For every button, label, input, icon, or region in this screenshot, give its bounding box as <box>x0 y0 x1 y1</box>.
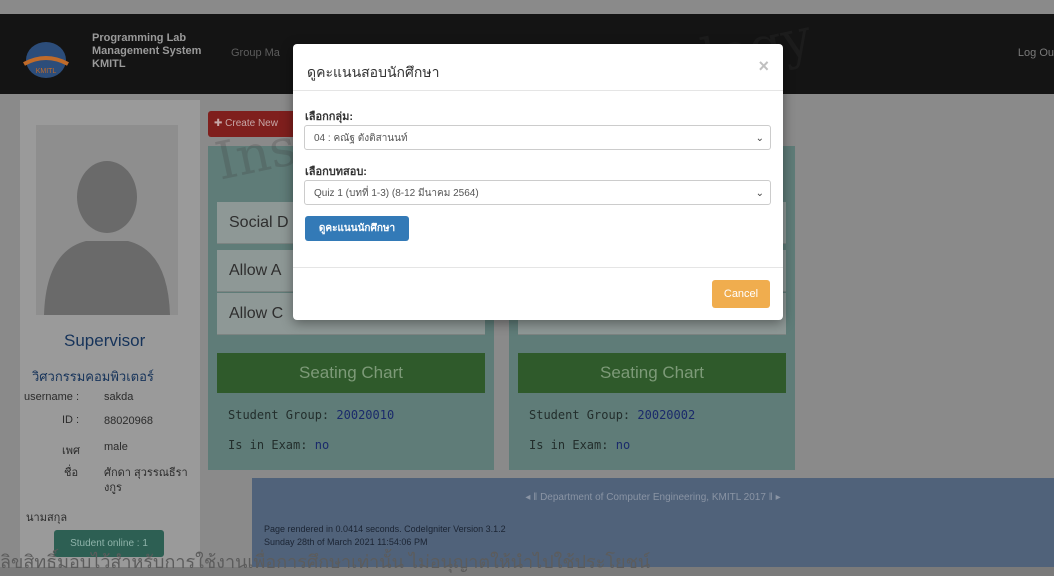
nav-group-management[interactable]: Group Ma <box>231 47 280 59</box>
exam-select-value: Quiz 1 (บทที่ 1-3) (8-12 มีนาคม 2564) <box>314 188 479 199</box>
seating-chart-button[interactable]: Seating Chart <box>518 353 786 393</box>
is-in-exam-line: Is in Exam: no <box>228 438 329 452</box>
exam-select-label: เลือกบทสอบ: <box>305 166 367 178</box>
is-in-exam-label: Is in Exam: <box>529 438 609 452</box>
group-select[interactable]: 04 : คณัฐ ตังติสานนท์ ⌄ <box>304 125 771 150</box>
username-label: username : <box>24 391 80 403</box>
user-department: วิศวกรรมคอมพิวเตอร์ <box>32 369 154 384</box>
firstname-label: ชื่อ <box>64 467 79 479</box>
chevron-down-icon: ⌄ <box>755 133 764 144</box>
logout-link[interactable]: Log Ou <box>1018 47 1054 59</box>
student-group-line: Student Group: 20020002 <box>529 408 695 422</box>
user-role: Supervisor <box>64 331 146 350</box>
student-group-label: Student Group: <box>529 408 631 422</box>
plus-icon: ✚ <box>214 118 226 129</box>
footer-department: ◂ ‖ Department of Computer Engineering, … <box>525 492 781 503</box>
view-scores-modal: ดูคะแนนสอบนักศึกษา × เลือกกลุ่ม: 04 : คณ… <box>293 44 783 320</box>
student-group-line: Student Group: 20020010 <box>228 408 394 422</box>
id-label: ID : <box>62 414 80 426</box>
kmitl-logo-icon[interactable]: KMITL <box>20 38 72 82</box>
cancel-button[interactable]: Cancel <box>712 280 770 308</box>
svg-text:KMITL: KMITL <box>36 68 57 75</box>
exam-select[interactable]: Quiz 1 (บทที่ 1-3) (8-12 มีนาคม 2564) ⌄ <box>304 180 771 205</box>
avatar <box>36 125 178 315</box>
watermark-bottom: ลิขสิทธิ์มอบไว้สำหรับการใช้งานเพื่อการศึ… <box>0 552 651 572</box>
modal-divider <box>293 90 783 91</box>
username-value: sakda <box>104 391 134 403</box>
footer-render-time: Page rendered in 0.0414 seconds. CodeIgn… <box>264 524 506 534</box>
student-group-value: 20020010 <box>336 408 395 422</box>
is-in-exam-line: Is in Exam: no <box>529 438 630 452</box>
gender-label: เพศ <box>62 445 80 457</box>
student-group-label: Student Group: <box>228 408 330 422</box>
is-in-exam-label: Is in Exam: <box>228 438 308 452</box>
modal-title: ดูคะแนนสอบนักศึกษา <box>307 64 440 80</box>
view-scores-button[interactable]: ดูคะแนนนักศึกษา <box>305 216 409 241</box>
group-select-value: 04 : คณัฐ ตังติสานนท์ <box>314 133 408 144</box>
create-new-label: Create New <box>225 118 278 129</box>
brand-title[interactable]: Programming Lab Management System KMITL <box>92 32 201 71</box>
lastname-label: นามสกุล <box>26 512 68 524</box>
close-icon[interactable]: × <box>758 56 769 77</box>
id-value: 88020968 <box>104 415 153 427</box>
brand-line-3: KMITL <box>92 58 126 70</box>
is-in-exam-value: no <box>314 438 330 452</box>
gender-value: male <box>104 441 128 453</box>
student-group-value: 20020002 <box>637 408 696 422</box>
seating-chart-button[interactable]: Seating Chart <box>217 353 485 393</box>
brand-line-2: Management System <box>92 45 202 57</box>
create-new-button[interactable]: ✚ Create New <box>208 111 298 137</box>
brand-line-1: Programming Lab <box>92 32 187 44</box>
chevron-down-icon: ⌄ <box>755 188 764 199</box>
is-in-exam-value: no <box>615 438 631 452</box>
footer-date: Sunday 28th of March 2021 11:54:06 PM <box>264 537 428 547</box>
user-silhouette-icon <box>44 161 170 315</box>
firstname-value-cont: งกูร <box>104 482 122 494</box>
group-select-label: เลือกกลุ่ม: <box>305 111 354 123</box>
modal-footer-divider <box>293 267 783 268</box>
